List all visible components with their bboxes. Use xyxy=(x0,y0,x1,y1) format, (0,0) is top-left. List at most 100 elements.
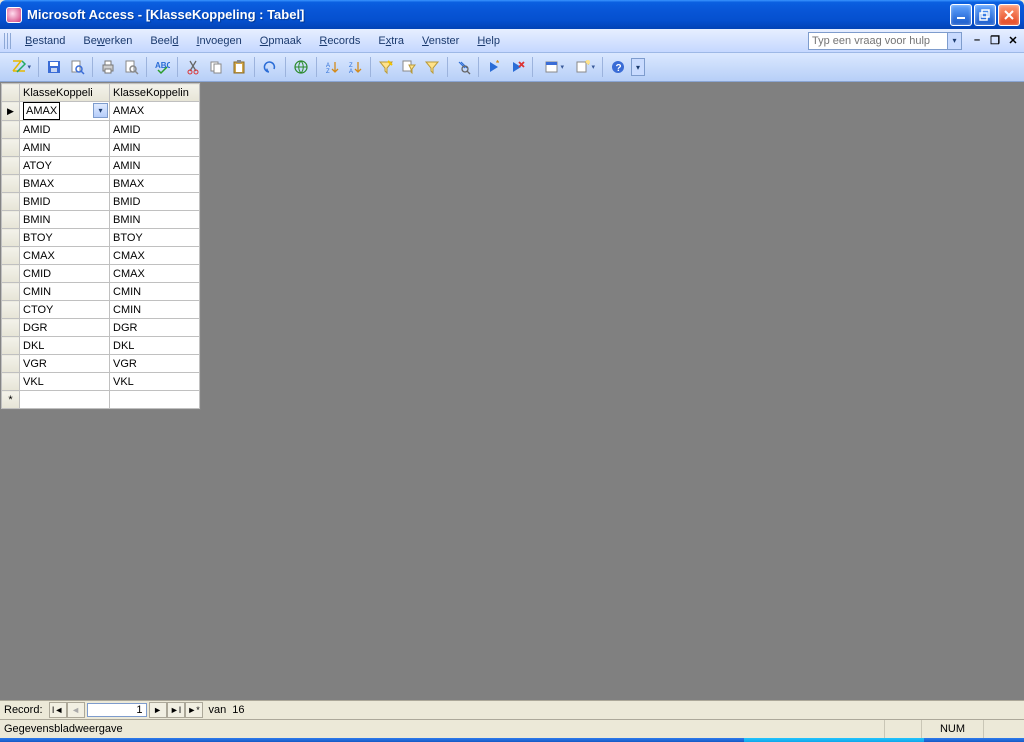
record-number-input[interactable] xyxy=(87,703,147,717)
cell[interactable]: VGR xyxy=(110,355,200,373)
print-button[interactable] xyxy=(97,56,119,78)
table-row[interactable]: BMAXBMAX xyxy=(2,175,200,193)
menu-bestand[interactable]: Bestand xyxy=(16,32,74,50)
new-object-button[interactable] xyxy=(568,56,598,78)
cell[interactable]: DGR xyxy=(110,319,200,337)
row-selector[interactable] xyxy=(2,121,20,139)
cell[interactable]: CMAX xyxy=(110,265,200,283)
cell[interactable]: BTOY xyxy=(20,229,110,247)
table-row[interactable]: BTOYBTOY xyxy=(2,229,200,247)
minimize-button[interactable] xyxy=(950,4,972,26)
cell[interactable]: VKL xyxy=(20,373,110,391)
cell[interactable] xyxy=(20,391,110,409)
cell[interactable]: CMID xyxy=(20,265,110,283)
row-selector[interactable] xyxy=(2,337,20,355)
help-button[interactable]: ? xyxy=(607,56,629,78)
spellcheck-button[interactable]: ABC xyxy=(151,56,173,78)
menu-bewerken[interactable]: Bewerken xyxy=(74,32,141,50)
search-file-button[interactable] xyxy=(66,56,88,78)
table-row[interactable]: DKLDKL xyxy=(2,337,200,355)
row-selector[interactable] xyxy=(2,283,20,301)
sort-desc-button[interactable]: ZA xyxy=(344,56,366,78)
cell[interactable]: AMIN xyxy=(20,139,110,157)
menu-grip[interactable] xyxy=(4,33,12,49)
table-row[interactable]: ATOYAMIN xyxy=(2,157,200,175)
cell[interactable]: AMAX ▾ xyxy=(20,102,110,121)
help-search-input[interactable] xyxy=(808,32,948,50)
view-button[interactable] xyxy=(4,56,34,78)
cell[interactable]: BMID xyxy=(110,193,200,211)
cell[interactable]: CMAX xyxy=(20,247,110,265)
cell[interactable]: CMIN xyxy=(110,283,200,301)
new-record-row[interactable]: * xyxy=(2,391,200,409)
table-row[interactable]: ▶AMAX▾AMAX xyxy=(2,102,200,121)
cell[interactable]: ATOY xyxy=(20,157,110,175)
cell[interactable]: BMID xyxy=(20,193,110,211)
table-row[interactable]: CMAXCMAX xyxy=(2,247,200,265)
table-row[interactable]: CMIDCMAX xyxy=(2,265,200,283)
cell[interactable]: CMAX xyxy=(110,247,200,265)
cell[interactable]: BMAX xyxy=(110,175,200,193)
cell[interactable]: VKL xyxy=(110,373,200,391)
database-window-button[interactable] xyxy=(537,56,567,78)
restore-button[interactable] xyxy=(974,4,996,26)
row-selector[interactable] xyxy=(2,265,20,283)
table-row[interactable]: VKLVKL xyxy=(2,373,200,391)
combo-dropdown-button[interactable]: ▾ xyxy=(93,103,108,118)
mdi-minimize-button[interactable]: – xyxy=(970,34,984,47)
close-button[interactable] xyxy=(998,4,1020,26)
sort-asc-button[interactable]: AZ xyxy=(321,56,343,78)
table-row[interactable]: CTOYCMIN xyxy=(2,301,200,319)
delete-record-button[interactable] xyxy=(506,56,528,78)
cell[interactable]: AMIN xyxy=(110,157,200,175)
row-selector[interactable] xyxy=(2,229,20,247)
row-selector[interactable] xyxy=(2,355,20,373)
cell[interactable]: BMIN xyxy=(20,211,110,229)
filter-form-button[interactable] xyxy=(398,56,420,78)
nav-prev-button[interactable]: ◄ xyxy=(67,702,85,718)
cell[interactable]: BTOY xyxy=(110,229,200,247)
filter-selection-button[interactable] xyxy=(375,56,397,78)
cell[interactable]: CMIN xyxy=(110,301,200,319)
table-row[interactable]: DGRDGR xyxy=(2,319,200,337)
cell[interactable]: DGR xyxy=(20,319,110,337)
copy-button[interactable] xyxy=(205,56,227,78)
apply-filter-button[interactable] xyxy=(421,56,443,78)
nav-first-button[interactable]: I◄ xyxy=(49,702,67,718)
row-selector[interactable] xyxy=(2,301,20,319)
table-row[interactable]: AMIDAMID xyxy=(2,121,200,139)
undo-button[interactable] xyxy=(259,56,281,78)
hyperlink-button[interactable] xyxy=(290,56,312,78)
row-selector[interactable] xyxy=(2,157,20,175)
save-button[interactable] xyxy=(43,56,65,78)
nav-new-button[interactable]: ►* xyxy=(185,702,203,718)
cell[interactable]: BMAX xyxy=(20,175,110,193)
paste-button[interactable] xyxy=(228,56,250,78)
menu-extra[interactable]: Extra xyxy=(369,32,413,50)
mdi-close-button[interactable]: ✕ xyxy=(1006,34,1020,47)
cell[interactable]: CTOY xyxy=(20,301,110,319)
find-button[interactable] xyxy=(452,56,474,78)
menu-beeld[interactable]: Beeld xyxy=(141,32,187,50)
table-row[interactable]: BMINBMIN xyxy=(2,211,200,229)
menu-invoegen[interactable]: Invoegen xyxy=(187,32,250,50)
table-row[interactable]: BMIDBMID xyxy=(2,193,200,211)
menu-venster[interactable]: Venster xyxy=(413,32,468,50)
cell[interactable]: DKL xyxy=(20,337,110,355)
select-all-corner[interactable] xyxy=(2,84,20,102)
mdi-restore-button[interactable]: ❐ xyxy=(988,34,1002,47)
print-preview-button[interactable] xyxy=(120,56,142,78)
menu-opmaak[interactable]: Opmaak xyxy=(251,32,311,50)
cell[interactable]: AMIN xyxy=(110,139,200,157)
cut-button[interactable] xyxy=(182,56,204,78)
row-selector[interactable]: * xyxy=(2,391,20,409)
cell[interactable]: BMIN xyxy=(110,211,200,229)
cell[interactable]: AMID xyxy=(110,121,200,139)
cell-value[interactable]: AMAX xyxy=(23,102,60,120)
help-search-dropdown[interactable]: ▾ xyxy=(948,32,962,50)
row-selector[interactable] xyxy=(2,193,20,211)
toolbar-options-button[interactable]: ▾ xyxy=(631,58,645,76)
row-selector[interactable] xyxy=(2,373,20,391)
table-row[interactable]: VGRVGR xyxy=(2,355,200,373)
cell[interactable]: AMAX xyxy=(110,102,200,121)
